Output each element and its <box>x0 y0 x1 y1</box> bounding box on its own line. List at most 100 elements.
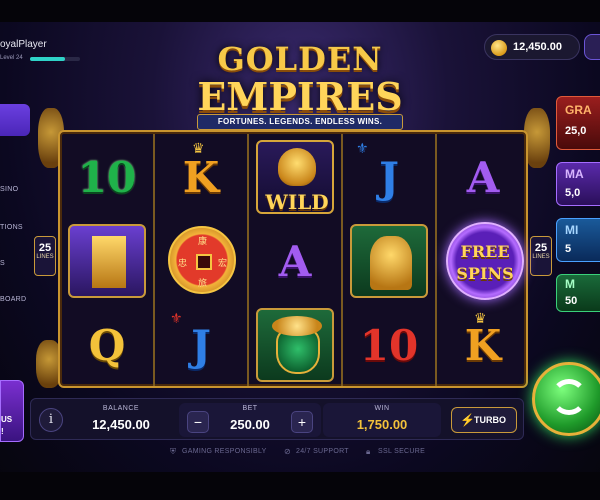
info-button[interactable]: i <box>39 408 63 432</box>
lines-label: LINES <box>36 254 54 260</box>
footer-support: 24/7 SUPPORT <box>296 448 349 455</box>
crown-icon: ♛ <box>474 310 487 326</box>
jackpot-amount: 25,0 <box>565 125 587 137</box>
sidebar-item-active[interactable] <box>0 104 30 136</box>
reel-grid: 10 ♛ K WILD ⚜ J A 康 忠 宏 旅 A FREE SPINS Q… <box>58 130 528 388</box>
bottom-bezel <box>0 472 600 500</box>
bet-display: BET 250.00 <box>209 403 291 437</box>
lightning-icon: ⚡ <box>460 413 475 427</box>
jackpot-grand: GRA 25,0 <box>556 96 600 150</box>
jackpot-minor: MI 5 <box>556 218 600 262</box>
jackpot-major: MA 5,0 <box>556 162 600 206</box>
symbol-label: Q <box>88 320 126 370</box>
coin-glyph: 康 <box>198 236 208 246</box>
coin-icon <box>491 40 507 56</box>
lines-label: LINES <box>532 254 550 260</box>
win-display: WIN 1,750.00 <box>323 403 441 437</box>
pot-tile <box>256 308 334 382</box>
win-value: 1,750.00 <box>356 417 408 432</box>
player-card[interactable]: oyalPlayer Level 24 <box>0 34 92 68</box>
game-logo: GOLDEN EMPIRES FORTUNES. LEGENDS. ENDLES… <box>175 38 425 130</box>
footer-bar: ⛨ GAMING RESPONSIBLY ⊘ 24/7 SUPPORT 🔒︎ S… <box>170 446 440 460</box>
player-level: Level 24 <box>0 55 23 61</box>
symbol-label: 10 <box>359 320 419 370</box>
add-funds-button[interactable] <box>584 34 600 60</box>
reel-symbol-king: ♛ K <box>438 304 528 386</box>
sidebar-item-promotions[interactable]: TIONS <box>0 224 23 231</box>
balance-label: BALANCE <box>102 405 140 412</box>
symbol-label: J <box>191 320 211 370</box>
reel-symbol-jack: ⚜ J <box>344 136 434 218</box>
bet-decrease-button[interactable]: − <box>187 411 209 433</box>
bet-label: BET <box>242 405 258 412</box>
symbol-label: K <box>182 152 220 202</box>
footer-responsible: GAMING RESPONSIBLY <box>182 448 267 455</box>
refresh-arrows-icon <box>551 379 587 415</box>
jackpot-name: M <box>565 277 575 291</box>
crown-icon: ♛ <box>192 140 205 156</box>
xp-bar <box>30 57 80 61</box>
reel-symbol-ace: A <box>250 220 340 302</box>
balance-display: BALANCE 12,450.00 <box>71 403 171 437</box>
reel-symbol-free-spins: FREE SPINS <box>438 220 528 302</box>
jackpot-mini: M 50 <box>556 274 600 312</box>
reel-symbol-coin: 康 忠 宏 旅 <box>156 220 246 302</box>
symbol-label: J <box>379 152 399 202</box>
reel-divider <box>435 134 437 386</box>
tagline: FORTUNES. LEGENDS. ENDLESS WINS. <box>197 114 403 130</box>
lion-tile <box>350 224 428 298</box>
free-spins-badge: FREE SPINS <box>446 222 524 300</box>
reel-symbol-lion <box>344 220 434 302</box>
balance-pill[interactable]: 12,450.00 <box>484 34 580 60</box>
spin-button[interactable] <box>532 362 600 436</box>
symbol-label: K <box>464 320 502 370</box>
lock-icon: 🔒︎ <box>366 447 371 456</box>
lines-badge-left: 25 LINES <box>34 236 56 276</box>
sidebar-item-leaderboard[interactable]: BOARD <box>0 296 26 303</box>
game-screen: oyalPlayer Level 24 12,450.00 SINO TIONS… <box>0 0 600 500</box>
balance-value: 12,450.00 <box>92 417 150 432</box>
turbo-button[interactable]: ⚡ TURBO <box>451 407 517 433</box>
symbol-label: A <box>466 152 500 202</box>
lines-count: 25 <box>534 242 548 254</box>
reel-symbol-ten: 10 <box>344 304 434 386</box>
wild-tile: WILD <box>256 140 334 214</box>
reel-symbol-queen: Q <box>62 304 152 386</box>
sidebar-item-casino[interactable]: SINO <box>0 186 18 193</box>
coin-glyph: 宏 <box>218 258 228 268</box>
reel-divider <box>247 134 249 386</box>
coin-glyph: 旅 <box>198 278 208 288</box>
fleur-icon: ⚜ <box>170 310 183 326</box>
promo-text-2: ! <box>1 427 4 436</box>
coin-glyph: 忠 <box>178 258 188 268</box>
reel-symbol-king: ♛ K <box>156 136 246 218</box>
reel-symbol-ace: A <box>438 136 528 218</box>
reel-divider <box>153 134 155 386</box>
win-label: WIN <box>374 405 390 412</box>
chinese-coin-icon: 康 忠 宏 旅 <box>168 226 236 294</box>
jackpot-name: MI <box>565 223 579 237</box>
reel-symbol-pot <box>250 304 340 386</box>
control-bar: i BALANCE 12,450.00 − BET 250.00 + WIN 1… <box>30 398 524 440</box>
reel-symbol-ten: 10 <box>62 136 152 218</box>
promo-banner[interactable]: US ! <box>0 380 24 442</box>
reel-divider <box>341 134 343 386</box>
symbol-label: A <box>278 236 312 286</box>
top-bezel <box>0 0 600 22</box>
jackpot-name: GRA <box>565 103 592 117</box>
reel-symbol-jack: ⚜ J <box>156 304 246 386</box>
jackpot-amount: 50 <box>565 295 578 307</box>
temple-tile <box>68 224 146 298</box>
fleur-icon: ⚜ <box>356 140 369 156</box>
lines-badge-right: 25 LINES <box>530 236 552 276</box>
title-line-1: GOLDEN <box>217 40 383 78</box>
free-spins-line-1: FREE <box>460 242 510 261</box>
bet-increase-button[interactable]: + <box>291 411 313 433</box>
promo-text-1: US <box>1 415 13 424</box>
sidebar-item-tournaments[interactable]: S <box>0 260 5 267</box>
jackpot-name: MA <box>565 167 584 181</box>
bet-control: − BET 250.00 + <box>179 403 321 437</box>
bet-value: 250.00 <box>230 417 270 432</box>
lines-count: 25 <box>38 242 52 254</box>
shield-icon: ⛨ <box>170 447 176 456</box>
